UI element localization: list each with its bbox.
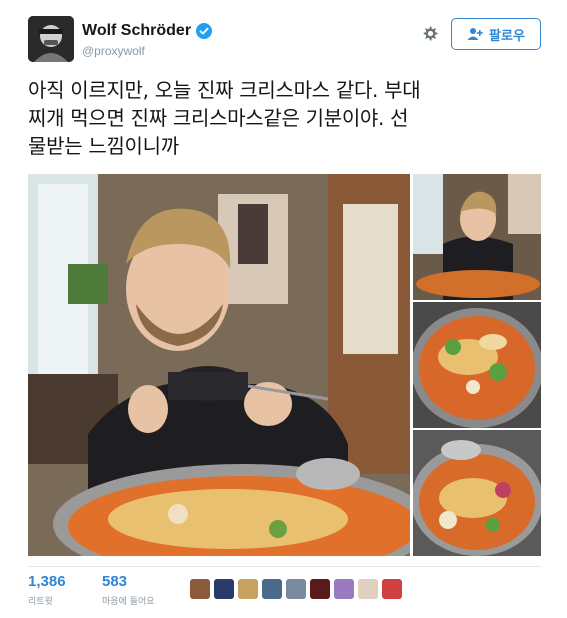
verified-badge-icon	[196, 23, 213, 39]
name-row: Wolf Schröder	[82, 22, 213, 40]
tweet-text: 아직 이르지만, 오늘 진짜 크리스마스 같다. 부대 찌개 먹으면 진짜 크리…	[28, 76, 548, 160]
retweet-count-value: 1,386	[28, 573, 66, 590]
liker-avatar[interactable]	[190, 579, 210, 599]
tweet-text-line: 물받는 느낌이니까	[28, 134, 179, 158]
like-count[interactable]: 583 마음에 들어요	[102, 573, 155, 607]
add-user-icon	[467, 28, 483, 40]
tweet-text-line: 아직 이르지만, 오늘 진짜 크리스마스 같다. 부대	[28, 78, 421, 102]
like-count-value: 583	[102, 573, 128, 590]
liker-avatar[interactable]	[262, 579, 282, 599]
tweet-stats: 1,386 리트윗 583 마음에 들어요	[28, 566, 541, 612]
tweet-card: Wolf Schröder @proxywolf 팔로우 아직 이르지만, 오늘…	[0, 0, 567, 618]
liker-avatar[interactable]	[238, 579, 258, 599]
liker-avatar[interactable]	[310, 579, 330, 599]
retweet-count[interactable]: 1,386 리트윗	[28, 573, 66, 607]
tweet-text-line: 찌개 먹으면 진짜 크리스마스같은 기분이야. 선	[28, 106, 409, 130]
liker-avatar[interactable]	[334, 579, 354, 599]
tweet-photo-main[interactable]	[28, 174, 410, 556]
liker-avatar[interactable]	[358, 579, 378, 599]
display-name[interactable]: Wolf Schröder	[82, 22, 191, 40]
liker-avatar[interactable]	[286, 579, 306, 599]
like-count-label: 마음에 들어요	[102, 597, 155, 607]
liker-avatar[interactable]	[214, 579, 234, 599]
tweet-photo-thumbnail[interactable]	[413, 174, 541, 300]
follow-button-label: 팔로우	[489, 28, 525, 44]
gear-icon[interactable]	[420, 24, 440, 44]
liker-avatar[interactable]	[382, 579, 402, 599]
retweet-count-label: 리트윗	[28, 597, 53, 607]
follow-button[interactable]: 팔로우	[451, 18, 541, 50]
tweet-photo-thumbnail[interactable]	[413, 430, 541, 556]
tweet-photo-thumbnail[interactable]	[413, 302, 541, 428]
avatar[interactable]	[28, 16, 74, 62]
liker-avatars	[190, 579, 402, 599]
user-handle[interactable]: @proxywolf	[82, 44, 145, 58]
